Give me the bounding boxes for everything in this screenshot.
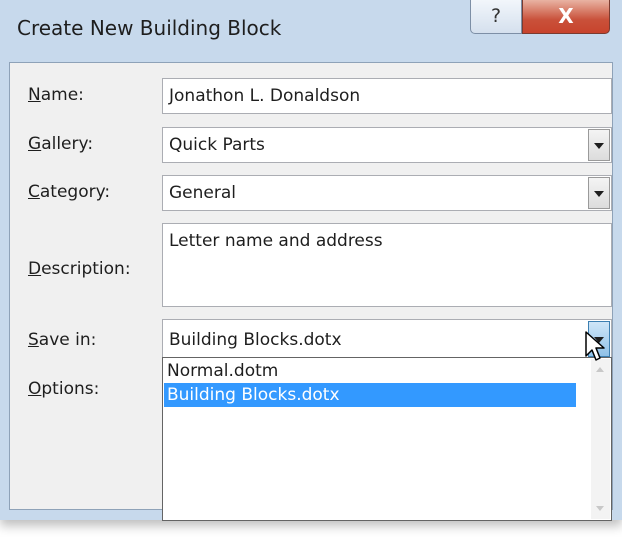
category-value: General: [169, 183, 236, 203]
save-in-select[interactable]: Building Blocks.dotx: [162, 319, 612, 359]
chevron-down-icon: [594, 191, 604, 197]
save-in-value: Building Blocks.dotx: [169, 330, 342, 350]
category-dropdown-button[interactable]: [588, 177, 610, 209]
close-button[interactable]: X: [522, 0, 610, 34]
dialog-body: Name: Jonathon L. Donaldson Gallery: Qui…: [9, 62, 613, 521]
dropdown-option-normal[interactable]: Normal.dotm: [164, 359, 576, 383]
name-value: Jonathon L. Donaldson: [169, 86, 361, 106]
name-input[interactable]: Jonathon L. Donaldson: [162, 78, 612, 114]
help-icon: ?: [490, 5, 502, 27]
description-value: Letter name and address: [169, 231, 383, 251]
dropdown-scrollbar[interactable]: [591, 359, 610, 519]
mouse-cursor-icon: [585, 331, 605, 361]
name-label: Name:: [28, 85, 84, 105]
gallery-select[interactable]: Quick Parts: [162, 127, 612, 163]
options-label: Options:: [28, 379, 100, 399]
save-in-label: Save in:: [28, 330, 97, 350]
close-icon: X: [558, 4, 574, 28]
create-building-block-dialog: Create New Building Block ? X Name: Jona…: [0, 0, 622, 521]
scroll-up-icon[interactable]: [596, 367, 604, 372]
gallery-value: Quick Parts: [169, 135, 265, 155]
category-label: Category:: [28, 182, 111, 202]
dropdown-option-building-blocks[interactable]: Building Blocks.dotx: [164, 383, 576, 407]
title-bar: Create New Building Block ? X: [0, 0, 622, 62]
dialog-title: Create New Building Block: [17, 16, 282, 40]
gallery-label: Gallery:: [28, 134, 94, 154]
category-select[interactable]: General: [162, 175, 612, 211]
chevron-down-icon: [594, 143, 604, 149]
help-button[interactable]: ?: [470, 0, 522, 34]
gallery-dropdown-button[interactable]: [588, 129, 610, 161]
save-in-dropdown-list: Normal.dotm Building Blocks.dotx: [162, 357, 612, 521]
description-textarea[interactable]: Letter name and address: [162, 223, 612, 307]
scroll-down-icon[interactable]: [596, 506, 604, 511]
description-label: Description:: [28, 259, 131, 279]
